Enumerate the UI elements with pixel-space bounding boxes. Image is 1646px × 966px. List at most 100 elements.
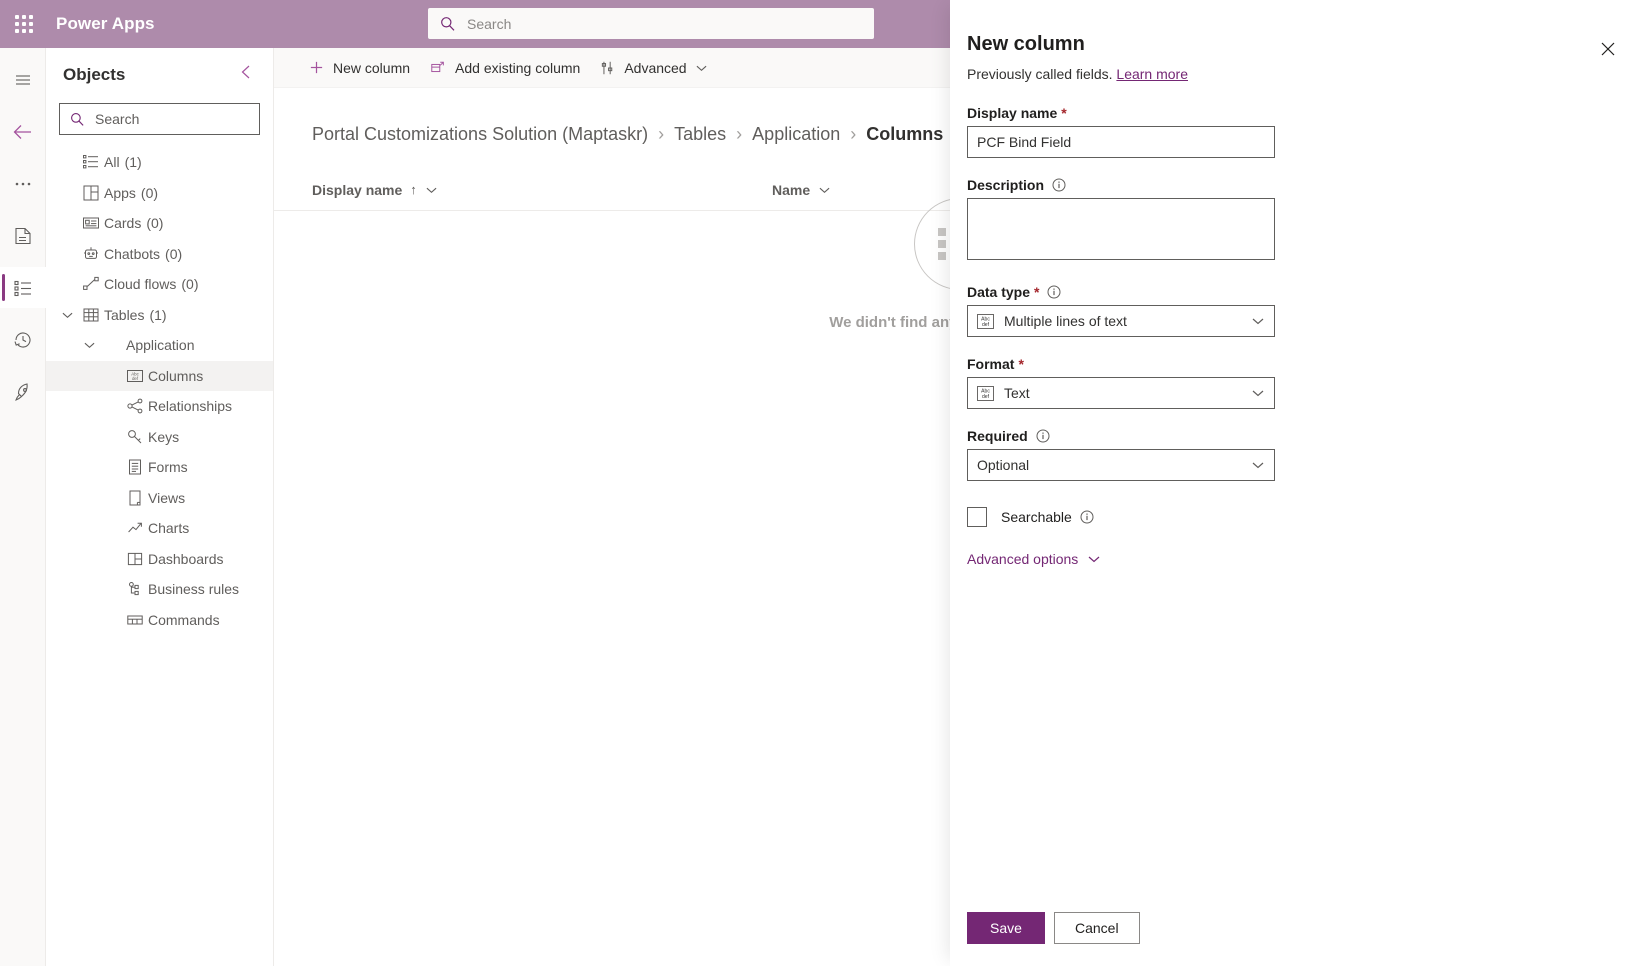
left-icon-rail xyxy=(0,48,46,966)
sidebar-item-label: Business rules xyxy=(148,581,240,598)
brand-title: Power Apps xyxy=(56,14,155,33)
learn-more-link[interactable]: Learn more xyxy=(1116,66,1188,82)
chart-line-icon xyxy=(122,519,148,537)
chevron-down-icon[interactable] xyxy=(56,311,78,319)
rail-more-button[interactable] xyxy=(0,163,46,204)
sidebar-item-label: Cards xyxy=(104,215,142,232)
info-icon[interactable] xyxy=(1036,429,1050,443)
sidebar-item-label: Chatbots xyxy=(104,245,161,262)
required-dropdown[interactable]: Optional xyxy=(967,449,1275,481)
form-icon xyxy=(122,458,148,476)
display-name-group: Display name * xyxy=(967,105,1277,158)
relationships-icon xyxy=(122,397,148,415)
display-name-input[interactable] xyxy=(967,126,1275,158)
chevron-down-icon[interactable] xyxy=(78,341,100,349)
data-type-label: Data type xyxy=(967,284,1031,300)
objects-panel: Objects All(1)Apps(0)Cards(0)Chatbots(0)… xyxy=(46,48,274,966)
advanced-button[interactable]: Advanced xyxy=(590,48,716,88)
sidebar-item-columns[interactable]: Abc def Columns xyxy=(46,360,273,391)
sidebar-item-tables[interactable]: Tables (1) xyxy=(46,300,273,331)
data-type-value: Multiple lines of text xyxy=(1004,313,1127,329)
breadcrumb-item-application[interactable]: Application xyxy=(752,124,840,145)
panel-subtitle-text: Previously called fields. xyxy=(967,66,1113,82)
breadcrumb-separator: › xyxy=(736,124,743,144)
description-group: Description xyxy=(967,177,1277,265)
sidebar-item-keys[interactable]: Keys xyxy=(46,422,273,453)
sidebar-item-cards[interactable]: Cards (0) xyxy=(46,208,273,239)
sidebar-item-business-rules[interactable]: Business rules xyxy=(46,574,273,605)
chevron-down-icon xyxy=(1252,317,1264,325)
global-search-input[interactable] xyxy=(467,15,847,32)
info-icon[interactable] xyxy=(1052,178,1066,192)
rail-solution-button[interactable] xyxy=(0,215,46,256)
objects-search-box[interactable] xyxy=(59,103,260,135)
business-rules-icon xyxy=(122,580,148,598)
chevron-down-icon[interactable] xyxy=(819,186,830,194)
sidebar-item-apps[interactable]: Apps (0) xyxy=(46,178,273,209)
required-asterisk: * xyxy=(1034,284,1040,300)
global-search-box[interactable] xyxy=(428,8,874,39)
panel-form: Display name * Description Data type xyxy=(967,105,1277,567)
sidebar-item-relationships[interactable]: Relationships xyxy=(46,391,273,422)
description-textarea[interactable] xyxy=(967,198,1275,260)
back-arrow-icon xyxy=(13,124,31,139)
breadcrumb-separator: › xyxy=(658,124,665,144)
chevron-down-icon[interactable] xyxy=(426,186,437,194)
rail-history-button[interactable] xyxy=(0,319,46,360)
save-button[interactable]: Save xyxy=(967,912,1045,944)
columns-abc-icon: Abc def xyxy=(122,367,148,385)
sidebar-item-count: (1) xyxy=(124,154,142,171)
required-group: Required Optional xyxy=(967,428,1277,481)
rail-objects-button[interactable] xyxy=(0,267,46,308)
sidebar-item-commands[interactable]: Commands xyxy=(46,605,273,636)
format-dropdown[interactable]: Abc def Text xyxy=(967,377,1275,409)
rocket-icon xyxy=(15,382,28,401)
objects-search-input[interactable] xyxy=(95,111,245,127)
key-icon xyxy=(122,428,148,446)
sidebar-item-application[interactable]: Application xyxy=(46,330,273,361)
sidebar-item-charts[interactable]: Charts xyxy=(46,513,273,544)
sidebar-item-forms[interactable]: Forms xyxy=(46,452,273,483)
apps-grid-icon xyxy=(78,184,104,202)
format-group: Format * Abc def Text xyxy=(967,356,1277,409)
new-column-button[interactable]: New column xyxy=(299,48,420,88)
add-existing-column-button[interactable]: Add existing column xyxy=(420,48,590,88)
chevron-left-icon xyxy=(241,65,250,79)
chevron-down-icon xyxy=(1252,461,1264,469)
sidebar-item-cloud-flows[interactable]: Cloud flows (0) xyxy=(46,269,273,300)
close-panel-button[interactable] xyxy=(1592,33,1624,65)
chevron-down-icon xyxy=(696,64,707,72)
searchable-checkbox[interactable] xyxy=(967,507,987,527)
info-icon[interactable] xyxy=(1047,285,1061,299)
sidebar-item-label: Columns xyxy=(148,367,204,384)
sidebar-item-views[interactable]: Views xyxy=(46,483,273,514)
data-type-label-row: Data type * xyxy=(967,284,1277,300)
sidebar-item-dashboards[interactable]: Dashboards xyxy=(46,544,273,575)
panel-title: New column xyxy=(967,33,1085,55)
info-icon[interactable] xyxy=(1080,510,1094,524)
sidebar-item-label: Application xyxy=(126,337,195,354)
column-header-name[interactable]: Name xyxy=(772,182,830,198)
sidebar-item-all[interactable]: All (1) xyxy=(46,147,273,178)
breadcrumb-item-portal-customizations-solution-maptaskr[interactable]: Portal Customizations Solution (Maptaskr… xyxy=(312,124,648,145)
required-value: Optional xyxy=(977,457,1030,473)
data-type-dropdown[interactable]: Abc def Multiple lines of text xyxy=(967,305,1275,337)
collapse-panel-button[interactable] xyxy=(235,62,257,87)
cancel-button[interactable]: Cancel xyxy=(1054,912,1140,944)
sidebar-item-label: Dashboards xyxy=(148,550,224,567)
sort-ascending-icon: ↑ xyxy=(410,182,417,197)
app-launcher-button[interactable] xyxy=(0,0,48,48)
column-header-display-name[interactable]: Display name ↑ xyxy=(312,182,772,198)
advanced-options-toggle[interactable]: Advanced options xyxy=(967,551,1277,567)
breadcrumb-item-tables[interactable]: Tables xyxy=(674,124,726,145)
commands-icon xyxy=(122,611,148,629)
rail-publish-button[interactable] xyxy=(0,371,46,412)
waffle-icon xyxy=(15,15,33,33)
format-label: Format xyxy=(967,356,1015,372)
panel-footer: Save Cancel xyxy=(967,912,1140,944)
add-existing-column-label: Add existing column xyxy=(455,59,581,76)
rail-back-button[interactable] xyxy=(0,111,46,152)
rail-hamburger-button[interactable] xyxy=(0,59,46,100)
sidebar-item-chatbots[interactable]: Chatbots (0) xyxy=(46,239,273,270)
dashboard-icon xyxy=(122,550,148,568)
